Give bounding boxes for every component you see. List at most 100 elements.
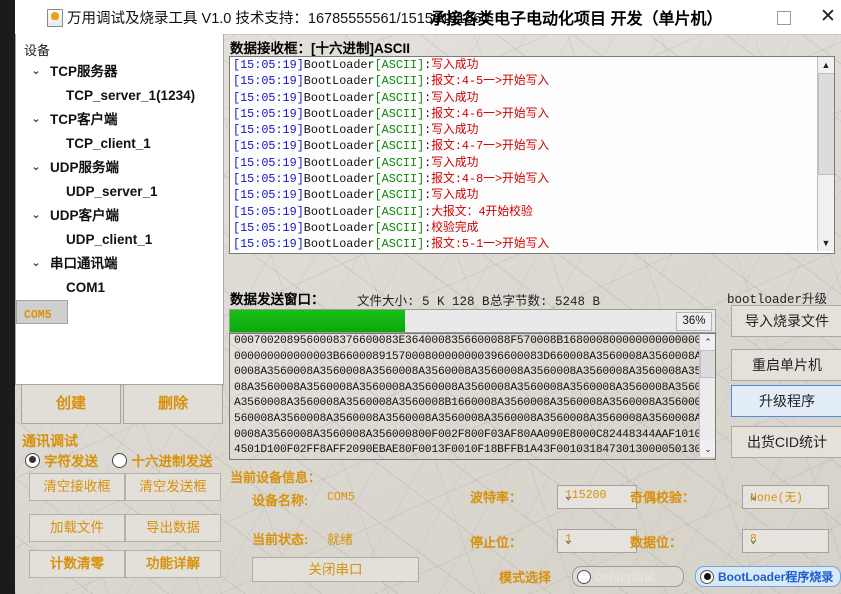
parity-label: 奇偶校验： xyxy=(630,487,695,506)
log-source: BootLoader xyxy=(304,107,375,121)
send-scrollbar[interactable]: ⌃ ⌄ xyxy=(699,334,715,457)
log-source: BootLoader xyxy=(304,139,375,153)
tree-item-tcp_client_1[interactable]: TCP_client_1 xyxy=(16,132,221,156)
hex-line: 560008A3560008A3560008A3560008A3560008A3… xyxy=(230,412,715,428)
log-message: 写入成功 xyxy=(431,91,478,105)
send-scrollbar-thumb[interactable] xyxy=(700,350,716,378)
log-timestamp: [15:05:19] xyxy=(233,156,304,170)
device-name-value: COM5 xyxy=(327,491,355,504)
feature-details-button[interactable]: 功能详解 xyxy=(125,550,221,578)
log-line: [15:05:19]BootLoader[ASCII]:报文:4-5一>开始写入 xyxy=(230,73,834,89)
cid-statistics-button[interactable]: 出货CID统计 xyxy=(731,426,841,458)
chevron-down-icon[interactable]: ⌄ xyxy=(30,252,42,276)
tree-item-udp_server_1[interactable]: UDP_server_1 xyxy=(16,180,221,204)
log-line: [15:05:19]BootLoader[ASCII]:报文:4-6一>开始写入 xyxy=(230,106,834,122)
tree-item-label: UDP客户端 xyxy=(50,208,119,223)
export-data-button[interactable]: 导出数据 xyxy=(125,514,221,542)
scrollbar-thumb[interactable] xyxy=(818,73,835,175)
chevron-down-icon[interactable]: ⌄ xyxy=(30,60,42,84)
close-icon[interactable]: ✕ xyxy=(815,4,841,30)
stop-bits-select[interactable]: 1 ⌄ xyxy=(557,529,637,553)
close-serial-button[interactable]: 关闭串口 xyxy=(252,557,419,582)
log-message: 报文:5-1一>开始写入 xyxy=(431,237,549,251)
tree-item-label: COM5 xyxy=(24,304,52,328)
log-timestamp: [15:05:19] xyxy=(233,188,304,202)
tree-item-label: UDP_client_1 xyxy=(66,232,152,247)
import-firmware-button[interactable]: 导入烧录文件 xyxy=(731,305,841,337)
log-tag: [ASCII] xyxy=(375,107,425,121)
chevron-down-icon[interactable]: ⌄ xyxy=(30,204,42,228)
mode-debug-label: Debug调试 xyxy=(595,568,655,585)
log-message: 写入成功 xyxy=(431,188,478,202)
reset-counter-button[interactable]: 计数清零 xyxy=(29,550,125,578)
application-window: 万用调试及烧录工具 V1.0 技术支持：16785555561/15150151… xyxy=(15,0,841,594)
log-source: BootLoader xyxy=(304,156,375,170)
tree-item-com5[interactable]: COM5 xyxy=(16,300,68,324)
clear-send-button[interactable]: 清空发送框 xyxy=(125,473,221,501)
parity-select[interactable]: None(无) ⌄ xyxy=(742,485,829,509)
hex-line: 08A3560008A3560008A3560008A3560008A35600… xyxy=(230,381,715,397)
tree-item-label: UDP_server_1 xyxy=(66,184,158,199)
send-scroll-down-icon[interactable]: ⌄ xyxy=(700,441,716,457)
log-line: [15:05:19]BootLoader[ASCII]:报文:5-1一>开始写入 xyxy=(230,236,834,252)
load-file-button[interactable]: 加载文件 xyxy=(29,514,125,542)
log-source: BootLoader xyxy=(304,221,375,235)
log-line: [15:05:19]BootLoader[ASCII]:写入成功 xyxy=(230,57,834,73)
radio-char-send[interactable] xyxy=(25,453,40,468)
radio-hex-send[interactable] xyxy=(112,453,127,468)
tree-item-tcp[interactable]: ⌄TCP客户端 xyxy=(16,108,221,132)
restart-mcu-button[interactable]: 重启单片机 xyxy=(731,349,841,381)
log-tag: [ASCII] xyxy=(375,237,425,251)
mode-debug-option[interactable]: Debug调试 xyxy=(572,566,684,587)
scroll-down-icon[interactable]: ▼ xyxy=(818,235,834,251)
receive-scrollbar[interactable]: ▲ ▼ xyxy=(817,57,834,251)
log-timestamp: [15:05:19] xyxy=(233,74,304,88)
send-hex-list: 0007002089560008376600083E36400083566000… xyxy=(230,334,715,460)
log-tag: [ASCII] xyxy=(375,139,425,153)
tree-item-label: TCP_client_1 xyxy=(66,136,151,151)
tree-item-udp[interactable]: ⌄ UDP服务端 xyxy=(16,156,221,180)
baud-rate-select[interactable]: 115200 ⌄ xyxy=(557,485,637,509)
receive-box[interactable]: [15:05:19]BootLoader[ASCII]:写入成功[15:05:1… xyxy=(229,56,835,254)
send-mode-radio-group[interactable]: 字符发送 十六进制发送 xyxy=(25,450,225,472)
device-state-value: 就绪 xyxy=(327,529,353,548)
device-tree[interactable]: ⌄TCP服务器TCP_server_1(1234)⌄TCP客户端 TCP_clie… xyxy=(16,60,221,300)
log-message: 报文:4-7一>开始写入 xyxy=(431,139,549,153)
log-timestamp: [15:05:19] xyxy=(233,107,304,121)
send-scroll-up-icon[interactable]: ⌃ xyxy=(700,334,716,350)
log-line: [15:05:19]BootLoader[ASCII]:写入成功 xyxy=(230,155,834,171)
tree-item-tcp[interactable]: ⌄TCP服务器 xyxy=(16,60,221,84)
tree-item-udp_client_1[interactable]: UDP_client_1 xyxy=(16,228,221,252)
data-bits-select[interactable]: 8 ⌄ xyxy=(742,529,829,553)
log-tag: [ASCII] xyxy=(375,205,425,219)
tree-item-label: UDP服务端 xyxy=(50,160,119,175)
radio-bootloader-icon xyxy=(700,570,714,584)
log-tag: [ASCII] xyxy=(375,221,425,235)
mode-bootloader-option[interactable]: BootLoader程序烧录 xyxy=(695,566,841,587)
create-button[interactable]: 创建 xyxy=(21,384,121,424)
log-source: BootLoader xyxy=(304,205,375,219)
chevron-down-icon: ⌄ xyxy=(565,533,630,547)
tree-item-[interactable]: ⌄串口通讯端 xyxy=(16,252,221,276)
log-timestamp: [15:05:19] xyxy=(233,205,304,219)
log-timestamp: [15:05:19] xyxy=(233,221,304,235)
log-line: [15:05:19]BootLoader[ASCII]:报文:4-8一>开始写入 xyxy=(230,171,834,187)
log-source: BootLoader xyxy=(304,58,375,72)
tree-item-tcp_server_11234[interactable]: TCP_server_1(1234) xyxy=(16,84,221,108)
chevron-down-icon[interactable]: ⌄ xyxy=(30,108,42,132)
delete-button[interactable]: 删除 xyxy=(123,384,223,424)
comm-debug-label: 通讯调试 xyxy=(22,431,78,451)
upgrade-program-button[interactable]: 升级程序 xyxy=(731,385,841,417)
device-name-label: 设备名称: xyxy=(252,490,308,509)
log-source: BootLoader xyxy=(304,172,375,186)
status-bar: 接收： 3823 字节 发送： 20664 字节 目前设备数: 6/10 更改最… xyxy=(222,590,841,594)
log-timestamp: [15:05:19] xyxy=(233,91,304,105)
clear-receive-button[interactable]: 清空接收框 xyxy=(29,473,125,501)
maximize-icon[interactable] xyxy=(777,11,791,25)
scroll-up-icon[interactable]: ▲ xyxy=(818,57,834,73)
hex-line: 103A24BF78C878C1FAD8520724BF30C830C144BF… xyxy=(230,459,715,460)
tree-item-com1[interactable]: COM1 xyxy=(16,276,221,300)
chevron-down-icon[interactable]: ⌄ xyxy=(30,156,42,180)
send-data-box[interactable]: 0007002089560008376600083E36400083566000… xyxy=(229,333,716,460)
tree-item-udp[interactable]: ⌄ UDP客户端 xyxy=(16,204,221,228)
